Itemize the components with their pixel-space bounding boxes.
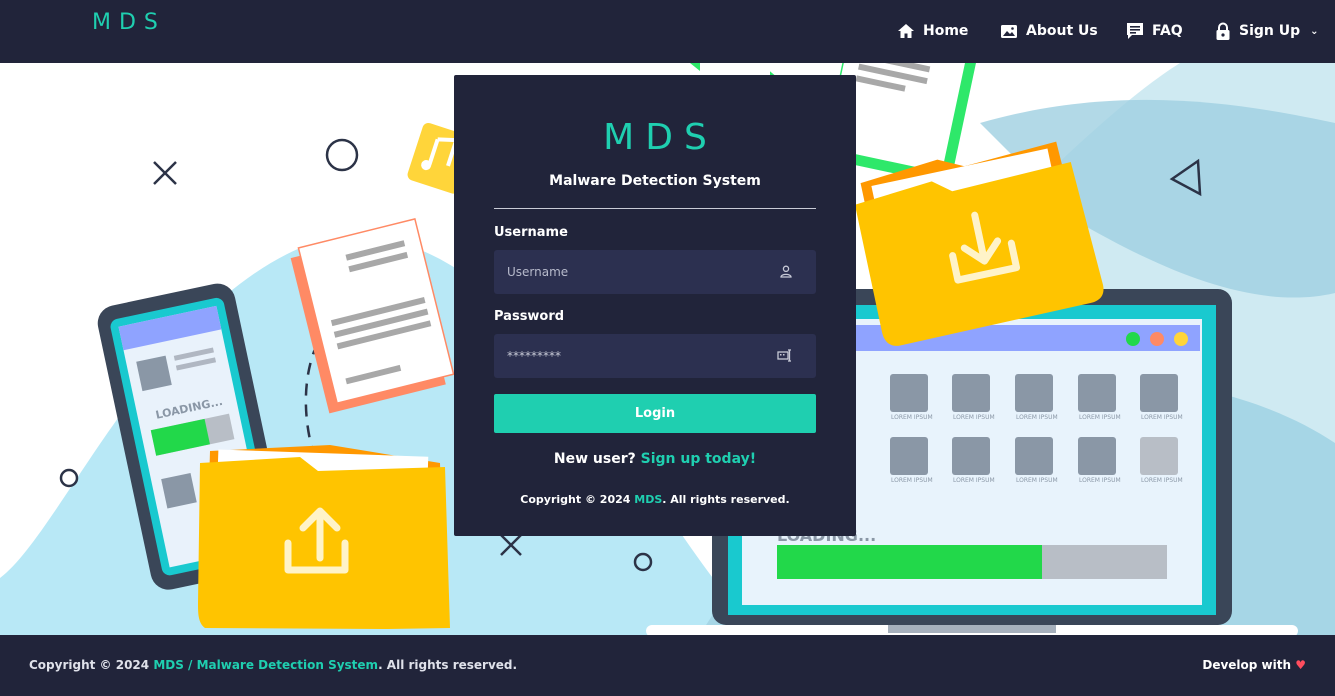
footer-copyright-suffix: . All rights reserved. (378, 658, 518, 672)
footer: Copyright © 2024 MDS / Malware Detection… (0, 635, 1335, 696)
password-key-icon (777, 349, 791, 362)
svg-text:LOREM IPSUM: LOREM IPSUM (891, 477, 933, 484)
new-user-text: New user? Sign up today! (454, 451, 856, 467)
card-copyright: Copyright © 2024 MDS. All rights reserve… (454, 493, 856, 506)
svg-text:LOREM IPSUM: LOREM IPSUM (953, 477, 995, 484)
brand-logo[interactable]: MDS (92, 10, 166, 35)
svg-text:LOREM IPSUM: LOREM IPSUM (1016, 477, 1058, 484)
footer-copyright: Copyright © 2024 MDS / Malware Detection… (29, 658, 517, 672)
card-copyright-prefix: Copyright © 2024 (520, 493, 631, 506)
username-field (494, 250, 816, 294)
lock-icon (1216, 22, 1230, 40)
image-icon (1001, 25, 1017, 38)
svg-text:LOREM IPSUM: LOREM IPSUM (1016, 414, 1058, 421)
login-logo: MDS (603, 117, 718, 158)
login-button[interactable]: Login (494, 394, 816, 433)
chat-icon (1127, 23, 1143, 39)
svg-text:LOREM IPSUM: LOREM IPSUM (1141, 477, 1183, 484)
nav-home-label: Home (923, 23, 969, 39)
heart-icon: ♥ (1295, 658, 1306, 672)
username-input[interactable] (494, 250, 784, 294)
footer-develop-text: Develop with (1202, 658, 1292, 672)
password-label: Password (494, 309, 565, 324)
nav-faq[interactable]: FAQ (1126, 20, 1183, 42)
password-input[interactable] (494, 334, 784, 378)
password-field (494, 334, 816, 378)
svg-text:LOREM IPSUM: LOREM IPSUM (891, 414, 933, 421)
nav-signup-label: Sign Up (1239, 23, 1301, 39)
svg-text:LOREM IPSUM: LOREM IPSUM (1079, 477, 1121, 484)
login-subtitle: Malware Detection System (549, 173, 761, 189)
user-icon (780, 265, 792, 278)
nav-faq-label: FAQ (1152, 23, 1183, 39)
divider (494, 208, 816, 209)
login-card: MDS Malware Detection System Username Pa… (454, 75, 856, 536)
nav-about-label: About Us (1026, 23, 1098, 39)
chevron-down-icon: ⌄ (1310, 25, 1319, 37)
home-icon (898, 24, 914, 38)
svg-text:LOREM IPSUM: LOREM IPSUM (1141, 414, 1183, 421)
signup-link[interactable]: Sign up today! (641, 451, 756, 467)
footer-credit: Develop with ♥ (1202, 658, 1306, 672)
footer-copyright-link[interactable]: MDS / Malware Detection System (153, 658, 378, 672)
username-label: Username (494, 225, 568, 240)
nav-signup[interactable]: Sign Up ⌄ (1215, 20, 1319, 42)
nav-home[interactable]: Home (897, 20, 968, 42)
card-copyright-suffix: . All rights reserved. (662, 493, 790, 506)
new-user-label: New user? (553, 451, 636, 467)
x-mark-icon (153, 161, 177, 185)
footer-copyright-prefix: Copyright © 2024 (29, 658, 150, 672)
nav-about[interactable]: About Us (1000, 20, 1098, 42)
svg-text:LOREM IPSUM: LOREM IPSUM (1079, 414, 1121, 421)
card-copyright-brand[interactable]: MDS (634, 493, 662, 506)
top-navbar: MDS Home About Us FAQ Sign Up ⌄ (0, 0, 1335, 63)
svg-text:LOREM IPSUM: LOREM IPSUM (953, 414, 995, 421)
